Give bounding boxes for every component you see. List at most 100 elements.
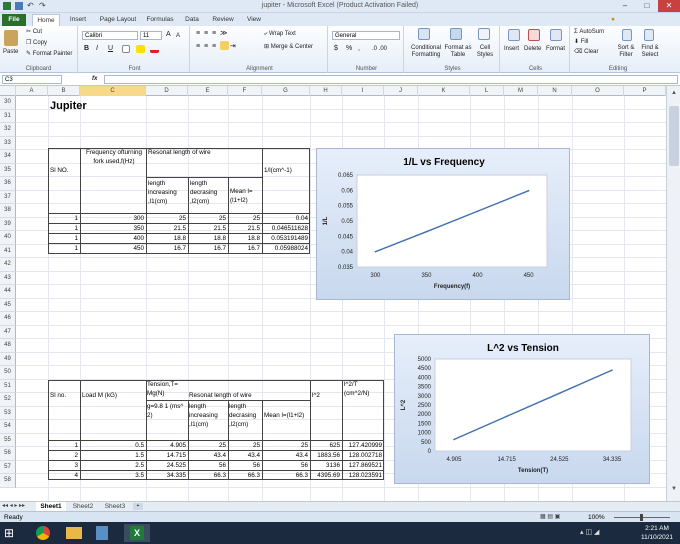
copy-button[interactable]: ❐ Copy [26,39,47,47]
conditional-formatting-button[interactable]: Conditional Formatting [408,45,444,59]
tab-file[interactable]: File [2,14,26,26]
tab-data[interactable]: Data [180,14,204,26]
insert-cells-button[interactable]: Insert [504,45,519,53]
conditional-formatting-icon[interactable] [418,28,430,40]
table-cell[interactable]: 0.04 [263,214,310,223]
redo-icon[interactable]: ↷ [39,2,47,10]
number-format-select[interactable]: General [332,31,400,40]
table-cell[interactable]: 66.3 [189,471,228,480]
format-painter-button[interactable]: ✎ Format Painter [26,50,72,58]
zoom-slider-thumb[interactable] [640,514,643,521]
format-cells-icon[interactable] [550,29,562,41]
formula-input[interactable] [104,75,678,84]
table-cell[interactable]: 1 [48,224,80,233]
table-cell[interactable]: 0.046511628 [263,224,310,233]
t2-header-l2sq[interactable]: l^2 [312,391,342,400]
table-cell[interactable]: 21.5 [229,224,262,233]
tab-view[interactable]: View [242,14,266,26]
table-cell[interactable]: 18.8 [189,234,228,243]
table-cell[interactable]: 43.4 [229,451,262,460]
delete-cells-icon[interactable] [528,29,540,41]
tab-home[interactable]: Home [32,14,60,26]
table-cell[interactable]: 25 [147,214,188,223]
sheet-heading[interactable]: Jupiter [50,99,87,113]
table-cell[interactable]: 66.3 [229,471,262,480]
fx-icon[interactable]: fx [92,75,97,83]
grow-font-button[interactable]: A [166,31,171,39]
table-cell[interactable]: 3136 [311,461,342,470]
clear-button[interactable]: ⌫ Clear [574,48,599,56]
table-cell[interactable]: 16.7 [189,244,228,253]
column-header[interactable]: G [262,86,310,96]
zoom-level[interactable]: 100% [588,513,605,522]
table-cell[interactable]: 21.5 [189,224,228,233]
column-header[interactable]: I [342,86,384,96]
table-cell[interactable]: 0.053191489 [263,234,310,243]
cut-button[interactable]: ✂ Cut [26,28,42,36]
save-icon[interactable] [15,2,23,10]
t1-header-sl[interactable]: Sl NO. [50,166,80,175]
t2-header-sl[interactable]: Sl no. [50,391,80,400]
table-cell[interactable]: 14.715 [147,451,188,460]
chart-tension[interactable]: L^2 vs Tension 0 500 1000 1500 2000 2500 3000 35… [394,334,650,484]
column-header[interactable]: A [16,86,48,96]
t1-header-inverse[interactable]: 1/l(cm^-1) [264,166,310,175]
table-cell[interactable]: 25 [229,214,262,223]
cell-styles-icon[interactable] [478,28,490,40]
table-cell[interactable]: 3.5 [81,471,146,480]
t2-header-l1[interactable]: length increasing ,l1(cm) [189,402,228,429]
table-cell[interactable]: 1.5 [81,451,146,460]
t2-header-l2[interactable]: length decrasing ,l2(cm) [229,402,262,429]
scroll-down-icon[interactable]: ▼ [669,486,679,496]
table-cell[interactable]: 1 [48,214,80,223]
table-cell[interactable]: 25 [229,441,262,450]
sheet-tab-active[interactable]: Sheet1 [36,502,66,511]
sheet-tab[interactable]: Sheet2 [68,502,98,511]
maximize-icon[interactable]: □ [636,0,658,12]
tab-formulas[interactable]: Formulas [144,14,176,26]
insert-cells-icon[interactable] [508,29,520,41]
column-header[interactable]: N [538,86,572,96]
tab-page-layout[interactable]: Page Layout [96,14,140,26]
table-cell[interactable]: 1 [48,441,80,450]
file-explorer-icon[interactable] [66,527,82,539]
font-name-select[interactable]: Calibri [82,31,138,40]
scroll-thumb[interactable] [669,106,679,166]
undo-icon[interactable]: ↶ [27,2,35,10]
table-cell[interactable]: 18.8 [147,234,188,243]
windows-start-icon[interactable]: ⊞ [4,526,18,540]
table-cell[interactable]: 34.335 [147,471,188,480]
minimize-icon[interactable]: – [614,0,636,12]
cell-styles-button[interactable]: Cell Styles [472,45,498,59]
paste-button[interactable]: Paste [3,48,18,56]
column-header[interactable]: E [188,86,228,96]
autosum-button[interactable]: Σ AutoSum [574,28,604,36]
table-cell[interactable]: 24.525 [147,461,188,470]
name-box[interactable]: C3 [2,75,62,84]
t2-header-mean[interactable]: Mean l=(l1+l2) [264,411,310,420]
wrap-text-button[interactable]: ⤶ Wrap Text [264,30,296,38]
chrome-icon[interactable] [36,526,50,540]
t2-header-g[interactable]: g=9.8 1 (ms^ 2) [147,402,188,420]
table-cell[interactable]: 4395.69 [311,471,342,480]
paste-icon[interactable] [4,30,18,46]
font-color-icon[interactable] [150,45,159,53]
t2-header-ratio[interactable]: l^2/T (cm^2/N) [344,380,384,398]
underline-button[interactable]: U [108,45,113,53]
t2-header-tension[interactable]: Tension,T= Mg(N) [147,380,189,398]
tab-review[interactable]: Review [208,14,238,26]
table-cell[interactable]: 127.420999 [343,441,384,450]
find-select-button[interactable]: Find & Select [638,45,662,59]
table-cell[interactable]: 1 [48,234,80,243]
t2-header-load[interactable]: Load M (kG) [82,391,146,400]
format-cells-button[interactable]: Format [546,45,565,53]
center-align-icon[interactable] [220,41,229,50]
vertical-scrollbar[interactable]: ▲ ▼ [666,86,680,501]
t1-header-mean[interactable]: Mean l=(l1+l2) [230,187,262,205]
sheet-tab[interactable]: Sheet3 [100,502,130,511]
column-header[interactable]: K [418,86,470,96]
column-header[interactable]: D [146,86,188,96]
t1-header-l1[interactable]: length increasing ,l1(cm) [148,179,188,206]
table-cell[interactable]: 56 [189,461,228,470]
table-cell[interactable]: 128.023591 [343,471,384,480]
